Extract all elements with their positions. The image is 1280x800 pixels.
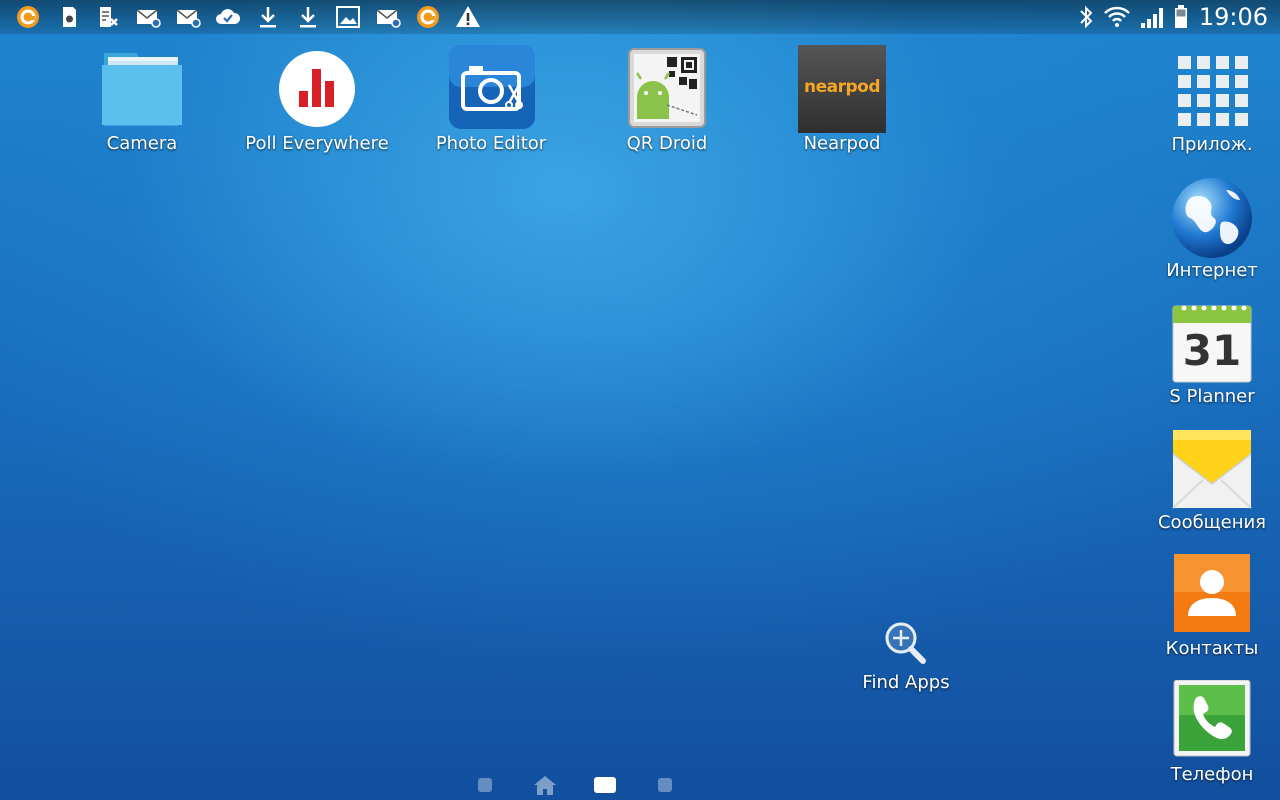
wifi-icon <box>1103 4 1131 30</box>
shortcut-label: Poll Everywhere <box>245 133 389 154</box>
find-apps-button[interactable]: Find Apps <box>821 616 991 694</box>
dock-internet-button[interactable]: Интернет <box>1152 176 1272 282</box>
nearpod-logo-text: nearpod <box>803 77 881 97</box>
find-apps-label: Find Apps <box>862 672 950 693</box>
calendar-date: 31 <box>1182 326 1242 375</box>
document-error-icon <box>94 3 122 31</box>
app-shortcut-poll-everywhere[interactable]: Poll Everywhere <box>232 45 402 155</box>
magnifier-plus-icon <box>880 616 932 672</box>
bluetooth-icon <box>1077 4 1095 30</box>
page-dot[interactable] <box>658 778 672 792</box>
shortcut-label: Nearpod <box>803 133 881 154</box>
notification-icons[interactable] <box>14 3 494 31</box>
dock-contacts-button[interactable]: Контакты <box>1152 554 1272 660</box>
envelope-icon <box>1170 428 1254 512</box>
dock-label: Телефон <box>1170 764 1254 785</box>
download-icon <box>294 3 322 31</box>
status-bar[interactable]: 19:06 <box>0 0 1280 34</box>
page-dot[interactable] <box>478 778 492 792</box>
dock-label: S Planner <box>1169 386 1255 407</box>
dock-phone-button[interactable]: Телефон <box>1152 679 1272 786</box>
email-icon <box>174 3 202 31</box>
shortcut-label: Camera <box>106 133 178 154</box>
warning-icon <box>454 3 482 31</box>
orange-app-notification-icon <box>414 3 442 31</box>
folder-icon <box>98 45 186 133</box>
poll-everywhere-icon <box>273 45 361 133</box>
globe-icon <box>1170 176 1254 260</box>
dock-messages-button[interactable]: Сообщения <box>1152 428 1272 534</box>
dock-label: Сообщения <box>1157 512 1267 533</box>
shortcut-label: QR Droid <box>626 133 708 154</box>
download-icon <box>254 3 282 31</box>
cloud-check-icon <box>214 3 242 31</box>
email-icon <box>374 3 402 31</box>
app-shortcut-photo-editor[interactable]: Photo Editor <box>406 45 576 155</box>
sd-card-icon <box>54 3 82 31</box>
orange-app-notification-icon <box>14 3 42 31</box>
email-icon <box>134 3 162 31</box>
home-page-indicator[interactable] <box>470 770 680 800</box>
calendar-icon: 31 <box>1170 302 1254 386</box>
dock-label: Контакты <box>1165 638 1259 659</box>
photo-editor-icon <box>447 45 535 133</box>
apps-grid-icon <box>1170 50 1254 134</box>
dock-apps-button[interactable]: Прилож. <box>1152 50 1272 156</box>
home-page-icon[interactable] <box>532 774 558 796</box>
dock-s-planner-button[interactable]: 31 S Planner <box>1152 302 1272 408</box>
app-shortcut-camera[interactable]: Camera <box>57 45 227 155</box>
page-dot-active[interactable] <box>594 777 616 793</box>
status-clock: 19:06 <box>1198 3 1268 31</box>
contact-person-icon <box>1170 554 1254 638</box>
phone-handset-icon <box>1170 679 1254 764</box>
qr-droid-icon <box>623 45 711 133</box>
signal-strength-icon <box>1139 4 1165 30</box>
system-status-icons[interactable]: 19:06 <box>1069 2 1268 32</box>
app-shortcut-nearpod[interactable]: nearpod Nearpod <box>757 45 927 155</box>
dock-label: Прилож. <box>1171 134 1253 155</box>
shortcut-label: Photo Editor <box>435 133 547 154</box>
nearpod-icon: nearpod <box>798 45 886 133</box>
dock-label: Интернет <box>1166 260 1258 281</box>
image-icon <box>334 3 362 31</box>
app-shortcut-qr-droid[interactable]: QR Droid <box>582 45 752 155</box>
battery-icon <box>1173 4 1189 30</box>
